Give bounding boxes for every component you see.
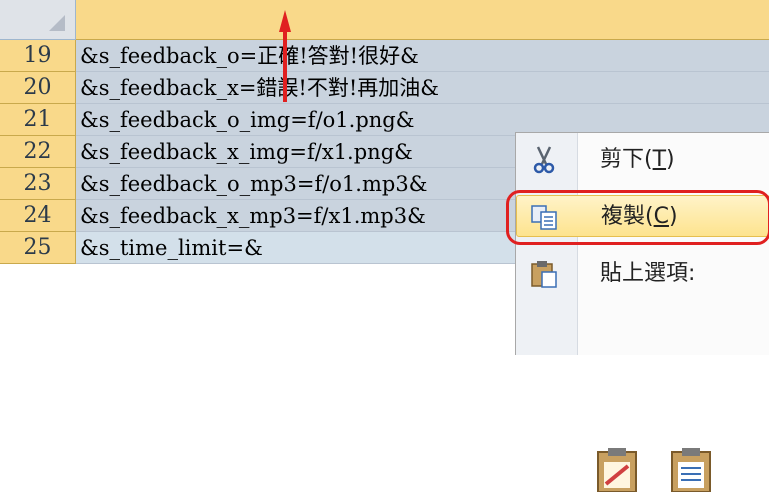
sheet-row: 20 &s_feedback_x=錯誤!不對!再加油& [0,72,769,104]
red-arrow-icon [279,10,291,102]
row-header[interactable]: 24 [0,200,76,232]
clipboard-icon [531,261,557,288]
row-header[interactable]: 19 [0,40,76,72]
cell[interactable]: &s_feedback_x=錯誤!不對!再加油& [76,72,769,104]
sheet-row: 19 &s_feedback_o=正確!答對!很好& [0,40,769,72]
row-header[interactable]: 25 [0,232,76,264]
menu-item-label: 貼上選項: [600,261,696,286]
menu-item-label: 剪下(T) [600,139,675,181]
copy-highlight-ring [506,190,769,245]
scissors-icon [533,146,555,174]
menu-item-cut[interactable]: 剪下(T) [516,139,769,181]
paste-button-icon[interactable] [594,446,640,492]
column-header[interactable] [76,0,769,40]
row-header[interactable]: 23 [0,168,76,200]
cut-shortcut-key: T [652,147,667,172]
row-header[interactable]: 20 [0,72,76,104]
paste-values-button-icon[interactable] [668,446,714,492]
cell[interactable]: &s_feedback_o=正確!答對!很好& [76,40,769,72]
row-header[interactable]: 21 [0,104,76,136]
cut-label-end: ) [666,147,675,172]
select-all-corner[interactable] [0,0,76,40]
row-header[interactable]: 22 [0,136,76,168]
select-all-triangle-icon [49,15,65,31]
menu-item-paste-options: 貼上選項: [516,253,769,295]
cut-label: 剪下( [600,147,653,172]
